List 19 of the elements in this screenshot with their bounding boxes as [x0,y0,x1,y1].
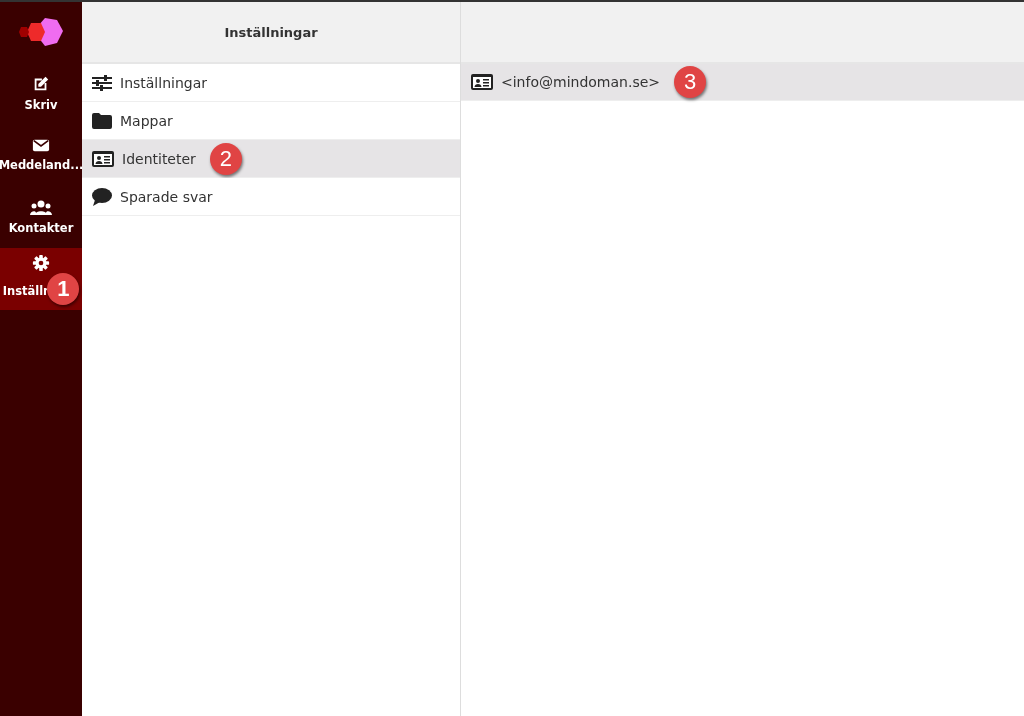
callout-badge: 2 [209,142,242,175]
panel-title: Inställningar [224,24,318,40]
pencil-square-icon [32,74,50,93]
callout-badge: 3 [674,66,707,98]
identity-item[interactable]: <info@mindoman.se> [501,74,661,90]
folder-icon [92,112,112,129]
envelope-icon [32,138,50,153]
gear-icon [32,253,50,272]
sliders-icon [92,74,112,91]
id-card-icon [471,74,493,90]
nav-item[interactable]: Meddeland... [0,124,82,186]
speech-bubble-icon [92,187,112,206]
callout-badge: 1 [47,272,80,305]
nav-item[interactable]: Kontakter [0,186,82,248]
nav-item[interactable]: Skriv [0,62,82,124]
users-icon [30,199,52,216]
settings-item[interactable]: Identiteter [122,150,196,167]
logo-icon [17,17,65,47]
id-card-icon [92,150,114,167]
